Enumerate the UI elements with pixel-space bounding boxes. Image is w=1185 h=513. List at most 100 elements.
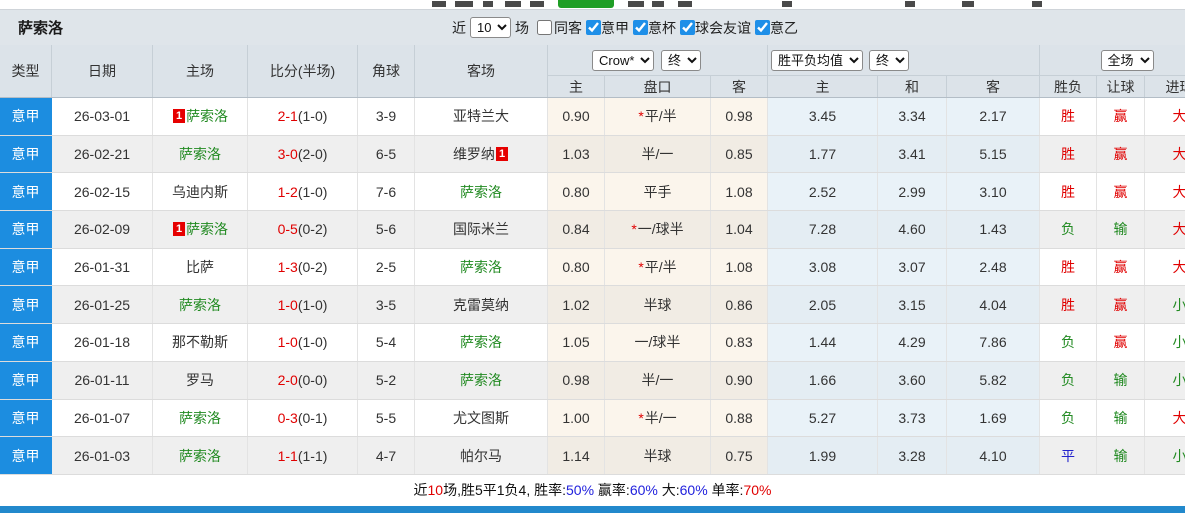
team-link[interactable]: 亚特兰大 <box>453 106 509 126</box>
handicap-value: 半/一 <box>641 372 674 389</box>
handicap-value: 半/一 <box>641 146 674 163</box>
home-team-cell: 罗马 <box>153 361 248 399</box>
team-link[interactable]: 维罗纳 <box>453 144 495 164</box>
team-link[interactable]: 帕尔马 <box>460 446 502 466</box>
checkbox-icon[interactable] <box>537 20 552 35</box>
date-cell: 26-01-18 <box>52 324 153 361</box>
home-team-cell: 萨索洛 <box>153 399 248 437</box>
filter-checkbox-意杯[interactable]: 意杯 <box>629 18 676 38</box>
summary-line: 近10场,胜5平1负4, 胜率:50% 赢率:60% 大:60% 单率:70% <box>0 475 1185 505</box>
summary-part: 大: <box>657 482 680 498</box>
table-row: 意甲 26-01-03 萨索洛 1-1 (1-1) 4-7 帕尔马 1.14 半球 0.75 1.9… <box>0 437 1185 475</box>
date-cell: 26-02-15 <box>52 173 153 211</box>
full-score: 1-0 <box>277 296 298 313</box>
corners-cell: 3-9 <box>358 98 415 135</box>
europe-time-select[interactable]: 终 <box>869 49 909 71</box>
half-score: (1-0) <box>297 334 328 351</box>
goals-cell: 大 <box>1145 173 1185 211</box>
toolbar-fragment <box>530 1 544 7</box>
col-header-corners: 角球 <box>358 45 415 97</box>
sub-header-goals: 进球 <box>1145 76 1185 97</box>
scope-select[interactable]: 全场 <box>1100 49 1154 71</box>
score-cell: 0-3 (0-1) <box>248 399 358 437</box>
half-score: (2-0) <box>297 146 328 163</box>
filter-checkbox-意甲[interactable]: 意甲 <box>582 18 629 38</box>
scope-group: 全场 <box>1040 45 1185 75</box>
checkbox-icon[interactable] <box>755 20 770 35</box>
eu-draw-odds-cell: 3.60 <box>878 361 947 399</box>
team-link[interactable]: 萨索洛 <box>186 106 228 126</box>
odds-header: Crow* 终 胜平负均值 终 全场 主 盘口 客 主 和 客 胜负 让球 进 <box>548 45 1185 97</box>
checkbox-icon[interactable] <box>680 20 695 35</box>
team-link[interactable]: 国际米兰 <box>453 219 509 239</box>
league-cell: 意甲 <box>0 248 52 286</box>
asian-time-select[interactable]: 终 <box>661 49 701 71</box>
ah-away-odds-cell: 0.85 <box>711 135 768 173</box>
summary-part: 近 <box>413 482 428 498</box>
green-button-partial[interactable] <box>558 0 614 8</box>
result-cell: 胜 <box>1040 248 1097 286</box>
home-team-cell: 萨索洛 <box>153 286 248 324</box>
ah-away-odds-cell: 0.75 <box>711 437 768 474</box>
home-team-cell: 萨索洛 <box>153 135 248 173</box>
toolbar-fragment <box>905 1 915 7</box>
half-score: (1-1) <box>297 447 328 464</box>
star-marker: * <box>638 409 644 426</box>
sub-header-handicap: 盘口 <box>605 76 711 97</box>
eu-away-odds-cell: 3.10 <box>947 173 1040 211</box>
filter-checkbox-意乙[interactable]: 意乙 <box>751 18 798 38</box>
home-team-cell: 乌迪内斯 <box>153 173 248 211</box>
team-link[interactable]: 萨索洛 <box>460 182 502 202</box>
matches-label: 场 <box>515 19 529 36</box>
handicap-cell: 半球 <box>605 437 711 474</box>
score-cell: 2-0 (0-0) <box>248 361 358 399</box>
result-cell: 负 <box>1040 399 1097 437</box>
filter-checkbox-球会友谊[interactable]: 球会友谊 <box>676 18 751 38</box>
sub-header-ah-home: 主 <box>548 76 605 97</box>
team-link[interactable]: 萨索洛 <box>460 370 502 390</box>
team-link[interactable]: 萨索洛 <box>179 144 221 164</box>
ah-home-odds-cell: 0.80 <box>548 248 605 286</box>
checkbox-label: 意乙 <box>770 19 798 36</box>
ah-home-odds-cell: 1.05 <box>548 324 605 361</box>
team-link[interactable]: 萨索洛 <box>186 219 228 239</box>
team-link[interactable]: 罗马 <box>186 370 214 390</box>
away-team-cell: 亚特兰大 <box>415 98 548 135</box>
team-link[interactable]: 比萨 <box>186 257 214 277</box>
team-link[interactable]: 萨索洛 <box>179 295 221 315</box>
team-link[interactable]: 萨索洛 <box>460 257 502 277</box>
red-card-badge: 1 <box>172 222 186 237</box>
bookmaker-select[interactable]: Crow* <box>592 49 654 71</box>
away-team-cell: 萨索洛 <box>415 173 548 211</box>
eu-draw-odds-cell: 3.34 <box>878 98 947 135</box>
team-link[interactable]: 萨索洛 <box>460 332 502 352</box>
team-link[interactable]: 乌迪内斯 <box>172 182 228 202</box>
col-header-date: 日期 <box>52 45 153 97</box>
col-header-type: 类型 <box>0 45 52 97</box>
filter-checkbox-同客[interactable]: 同客 <box>529 18 582 38</box>
col-header-home: 主场 <box>153 45 248 97</box>
checkbox-icon[interactable] <box>633 20 648 35</box>
eu-away-odds-cell: 4.10 <box>947 437 1040 474</box>
team-link[interactable]: 萨索洛 <box>179 446 221 466</box>
match-count-select[interactable]: 10 <box>470 17 511 38</box>
score-cell: 3-0 (2-0) <box>248 135 358 173</box>
team-link[interactable]: 萨索洛 <box>179 408 221 428</box>
handicap-cell: 半球 <box>605 286 711 324</box>
team-link[interactable]: 克雷莫纳 <box>453 295 509 315</box>
team-link[interactable]: 那不勒斯 <box>172 332 228 352</box>
cover-cell: 赢 <box>1097 173 1145 211</box>
checkbox-icon[interactable] <box>586 20 601 35</box>
filter-bar: 萨索洛 近 10 场 同客 意甲 意杯 球会友谊 意乙 <box>0 9 1185 45</box>
team-name: 萨索洛 <box>18 20 64 37</box>
eu-draw-odds-cell: 2.99 <box>878 173 947 211</box>
matches-table-wrap: 类型 日期 主场 比分(半场) 角球 客场 Crow* 终 胜平负均值 终 全场… <box>0 45 1185 475</box>
corners-cell: 6-5 <box>358 135 415 173</box>
star-marker: * <box>638 259 644 276</box>
europe-odds-select[interactable]: 胜平负均值 <box>771 49 863 71</box>
sub-header-cover: 让球 <box>1097 76 1145 97</box>
team-link[interactable]: 尤文图斯 <box>453 408 509 428</box>
sub-header-ah-away: 客 <box>711 76 768 97</box>
eu-away-odds-cell: 7.86 <box>947 324 1040 361</box>
corners-cell: 3-5 <box>358 286 415 324</box>
